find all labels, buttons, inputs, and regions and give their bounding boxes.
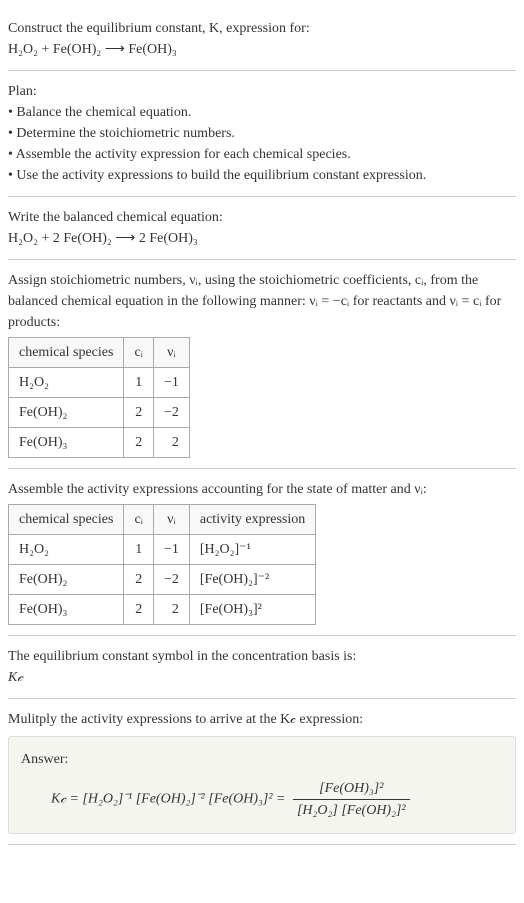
answer-label: Answer:	[21, 749, 503, 770]
table-row: H₂O₂ 1 −1 [H₂O₂]⁻¹	[9, 535, 316, 565]
table-row: Fe(OH)₂ 2 −2	[9, 398, 190, 428]
plan-section: Plan: Balance the chemical equation. Det…	[8, 71, 516, 197]
intro-equation: H₂O₂ + Fe(OH)₂ ⟶ Fe(OH)₃	[8, 39, 516, 60]
col-expr: activity expression	[189, 505, 315, 535]
symbol-section: The equilibrium constant symbol in the c…	[8, 636, 516, 699]
cell-vi: −1	[153, 368, 189, 398]
cell-ci: 2	[124, 595, 154, 625]
stoich-section: Assign stoichiometric numbers, νᵢ, using…	[8, 260, 516, 469]
plan-title: Plan:	[8, 81, 516, 102]
plan-step: Use the activity expressions to build th…	[8, 165, 516, 186]
answer-formula: K𝒸 = [H₂O₂]⁻¹ [Fe(OH)₂]⁻² [Fe(OH)₃]² = […	[51, 778, 503, 821]
activity-intro: Assemble the activity expressions accoun…	[8, 479, 516, 500]
cell-species: H₂O₂	[9, 535, 124, 565]
kc-product-text: K𝒸 = [H₂O₂]⁻¹ [Fe(OH)₂]⁻² [Fe(OH)₃]² =	[51, 792, 285, 807]
kc-numerator: [Fe(OH)₃]²	[293, 778, 410, 800]
plan-step: Assemble the activity expression for eac…	[8, 144, 516, 165]
table-row: Fe(OH)₂ 2 −2 [Fe(OH)₂]⁻²	[9, 565, 316, 595]
symbol-kc: K𝒸	[8, 667, 516, 688]
plan-step: Determine the stoichiometric numbers.	[8, 123, 516, 144]
kc-denominator: [H₂O₂] [Fe(OH)₂]²	[293, 800, 410, 821]
kc-fraction: [Fe(OH)₃]² [H₂O₂] [Fe(OH)₂]²	[293, 778, 410, 821]
col-ci: cᵢ	[124, 505, 154, 535]
col-vi: νᵢ	[153, 505, 189, 535]
col-species: chemical species	[9, 505, 124, 535]
activity-table: chemical species cᵢ νᵢ activity expressi…	[8, 504, 316, 625]
table-row: Fe(OH)₃ 2 2 [Fe(OH)₃]²	[9, 595, 316, 625]
cell-vi: −2	[153, 565, 189, 595]
cell-ci: 1	[124, 368, 154, 398]
cell-ci: 1	[124, 535, 154, 565]
intro-line: Construct the equilibrium constant, K, e…	[8, 18, 516, 39]
balanced-equation: H₂O₂ + 2 Fe(OH)₂ ⟶ 2 Fe(OH)₃	[8, 228, 516, 249]
multiply-section: Mulitply the activity expressions to arr…	[8, 699, 516, 845]
table-row: H₂O₂ 1 −1	[9, 368, 190, 398]
cell-ci: 2	[124, 398, 154, 428]
cell-species: Fe(OH)₂	[9, 398, 124, 428]
intro-section: Construct the equilibrium constant, K, e…	[8, 8, 516, 71]
table-header-row: chemical species cᵢ νᵢ	[9, 338, 190, 368]
cell-expr: [Fe(OH)₂]⁻²	[189, 565, 315, 595]
cell-species: Fe(OH)₂	[9, 565, 124, 595]
cell-expr: [H₂O₂]⁻¹	[189, 535, 315, 565]
cell-expr: [Fe(OH)₃]²	[189, 595, 315, 625]
balanced-title: Write the balanced chemical equation:	[8, 207, 516, 228]
balanced-section: Write the balanced chemical equation: H₂…	[8, 197, 516, 260]
cell-species: Fe(OH)₃	[9, 428, 124, 458]
table-row: Fe(OH)₃ 2 2	[9, 428, 190, 458]
answer-box: Answer: K𝒸 = [H₂O₂]⁻¹ [Fe(OH)₂]⁻² [Fe(OH…	[8, 736, 516, 834]
col-ci: cᵢ	[124, 338, 154, 368]
stoich-intro: Assign stoichiometric numbers, νᵢ, using…	[8, 270, 516, 333]
col-vi: νᵢ	[153, 338, 189, 368]
col-species: chemical species	[9, 338, 124, 368]
symbol-line: The equilibrium constant symbol in the c…	[8, 646, 516, 667]
cell-vi: 2	[153, 428, 189, 458]
multiply-line: Mulitply the activity expressions to arr…	[8, 709, 516, 730]
stoich-table: chemical species cᵢ νᵢ H₂O₂ 1 −1 Fe(OH)₂…	[8, 337, 190, 458]
cell-vi: −1	[153, 535, 189, 565]
cell-vi: 2	[153, 595, 189, 625]
cell-species: H₂O₂	[9, 368, 124, 398]
cell-ci: 2	[124, 428, 154, 458]
table-header-row: chemical species cᵢ νᵢ activity expressi…	[9, 505, 316, 535]
cell-species: Fe(OH)₃	[9, 595, 124, 625]
cell-vi: −2	[153, 398, 189, 428]
cell-ci: 2	[124, 565, 154, 595]
plan-list: Balance the chemical equation. Determine…	[8, 102, 516, 186]
plan-step: Balance the chemical equation.	[8, 102, 516, 123]
activity-section: Assemble the activity expressions accoun…	[8, 469, 516, 636]
